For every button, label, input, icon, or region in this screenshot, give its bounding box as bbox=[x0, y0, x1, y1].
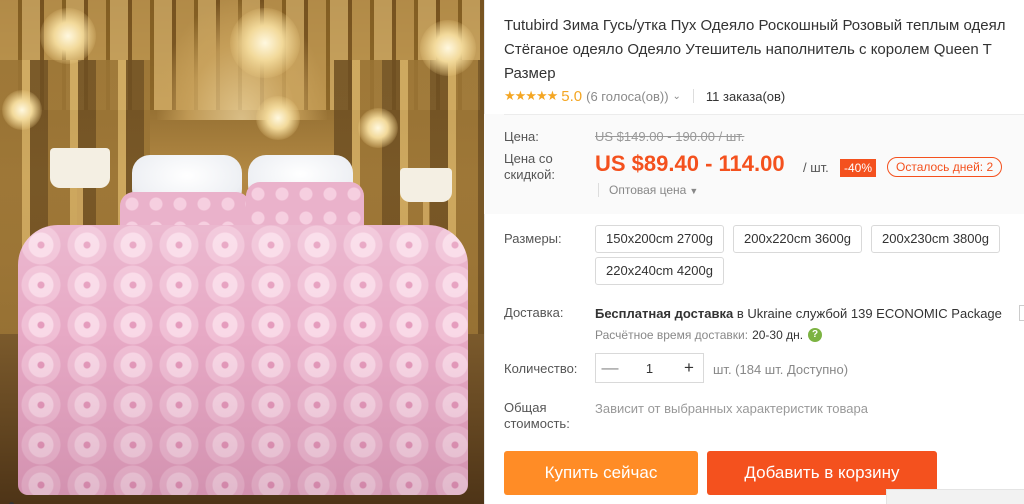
rating-votes-link[interactable]: (6 голоса(ов)) bbox=[586, 89, 668, 104]
size-option[interactable]: 200x230cm 3800g bbox=[871, 225, 1000, 253]
shipping-label: Доставка: bbox=[504, 305, 564, 320]
discount-badge: -40% bbox=[840, 159, 877, 177]
days-left-badge: Осталось дней: 2 bbox=[887, 157, 1003, 177]
column-divider bbox=[484, 0, 485, 504]
chandelier bbox=[256, 96, 300, 140]
minus-icon[interactable]: — bbox=[596, 354, 624, 382]
product-image[interactable] bbox=[0, 0, 484, 504]
discount-price: US $89.40 - 114.00 bbox=[595, 151, 785, 176]
product-title: Tutubird Зима Гусь/утка Пух Одеяло Роско… bbox=[504, 14, 1024, 86]
thumbnail-strip-edge: ● bbox=[8, 497, 16, 504]
total-price-label: Общая стоимость: bbox=[504, 400, 570, 432]
product-title-line: Размер bbox=[504, 65, 556, 82]
buy-now-button[interactable]: Купить сейчас bbox=[504, 451, 698, 495]
free-shipping-text: Бесплатная доставка bbox=[595, 306, 734, 321]
caret-down-icon: ▼ bbox=[689, 186, 699, 196]
discount-price-label: Цена со скидкой: bbox=[504, 151, 555, 182]
chandelier bbox=[40, 8, 96, 64]
orders-count: 11 заказа(ов) bbox=[705, 88, 786, 104]
chandelier bbox=[420, 20, 476, 76]
chandelier bbox=[2, 90, 42, 130]
shipping-method[interactable]: Бесплатная доставка в Ukraine службой 13… bbox=[595, 306, 1002, 321]
product-title-line: Tutubird Зима Гусь/утка Пух Одеяло Роско… bbox=[504, 17, 1006, 34]
quantity-input[interactable] bbox=[624, 354, 675, 382]
question-help-icon[interactable]: ? bbox=[808, 328, 823, 342]
wholesale-price-label: Оптовая цена bbox=[609, 183, 687, 197]
rating-separator bbox=[692, 89, 694, 103]
shipping-dropdown-edge[interactable] bbox=[1019, 305, 1024, 321]
size-option[interactable]: 200x220cm 3600g bbox=[733, 225, 862, 253]
delivery-estimate-value: 20-30 дн. bbox=[752, 328, 804, 342]
table-lamp bbox=[50, 148, 110, 188]
price-unit: / шт. bbox=[803, 160, 829, 175]
total-label-line: Общая bbox=[504, 400, 547, 415]
floating-panel-edge bbox=[886, 489, 1024, 504]
size-option[interactable]: 150x200cm 2700g bbox=[595, 225, 724, 253]
star-rating-icon: ★★★★★ bbox=[504, 88, 558, 103]
rating-row: ★★★★★ 5.0 (6 голоса(ов)) ⌄ 11 заказа(ов) bbox=[504, 86, 785, 106]
original-price: US $149.00 - 190.00 / шт. bbox=[595, 129, 745, 144]
rating-score[interactable]: 5.0 bbox=[561, 88, 582, 105]
sizes-label: Размеры: bbox=[504, 231, 562, 246]
product-title-line: Стёганое одеяло Одеяло Утешитель наполни… bbox=[504, 41, 992, 58]
quantity-stepper: — + bbox=[595, 353, 704, 383]
chevron-down-icon[interactable]: ⌄ bbox=[673, 91, 681, 102]
size-option[interactable]: 220x240cm 4200g bbox=[595, 257, 724, 285]
plus-icon[interactable]: + bbox=[675, 354, 703, 382]
total-price-note: Зависит от выбранных характеристик товар… bbox=[595, 401, 868, 416]
shipping-destination: в Ukraine службой bbox=[733, 306, 851, 321]
quantity-available: шт. (184 шт. Доступно) bbox=[713, 362, 849, 377]
price-label: Цена: bbox=[504, 129, 539, 144]
chandelier bbox=[230, 8, 300, 78]
total-label-line: стоимость: bbox=[504, 416, 570, 431]
wholesale-price-toggle[interactable]: Оптовая цена ▼ bbox=[598, 183, 698, 197]
chandelier bbox=[358, 108, 398, 148]
table-lamp bbox=[400, 168, 452, 202]
quantity-label: Количество: bbox=[504, 361, 578, 376]
divider bbox=[504, 114, 1024, 115]
delivery-estimate: Расчётное время доставки: 20-30 дн. ? bbox=[595, 328, 823, 342]
shipping-service: 139 ECONOMIC Package bbox=[850, 306, 1002, 321]
delivery-estimate-label: Расчётное время доставки: bbox=[595, 328, 749, 342]
comforter-shading bbox=[18, 225, 468, 495]
